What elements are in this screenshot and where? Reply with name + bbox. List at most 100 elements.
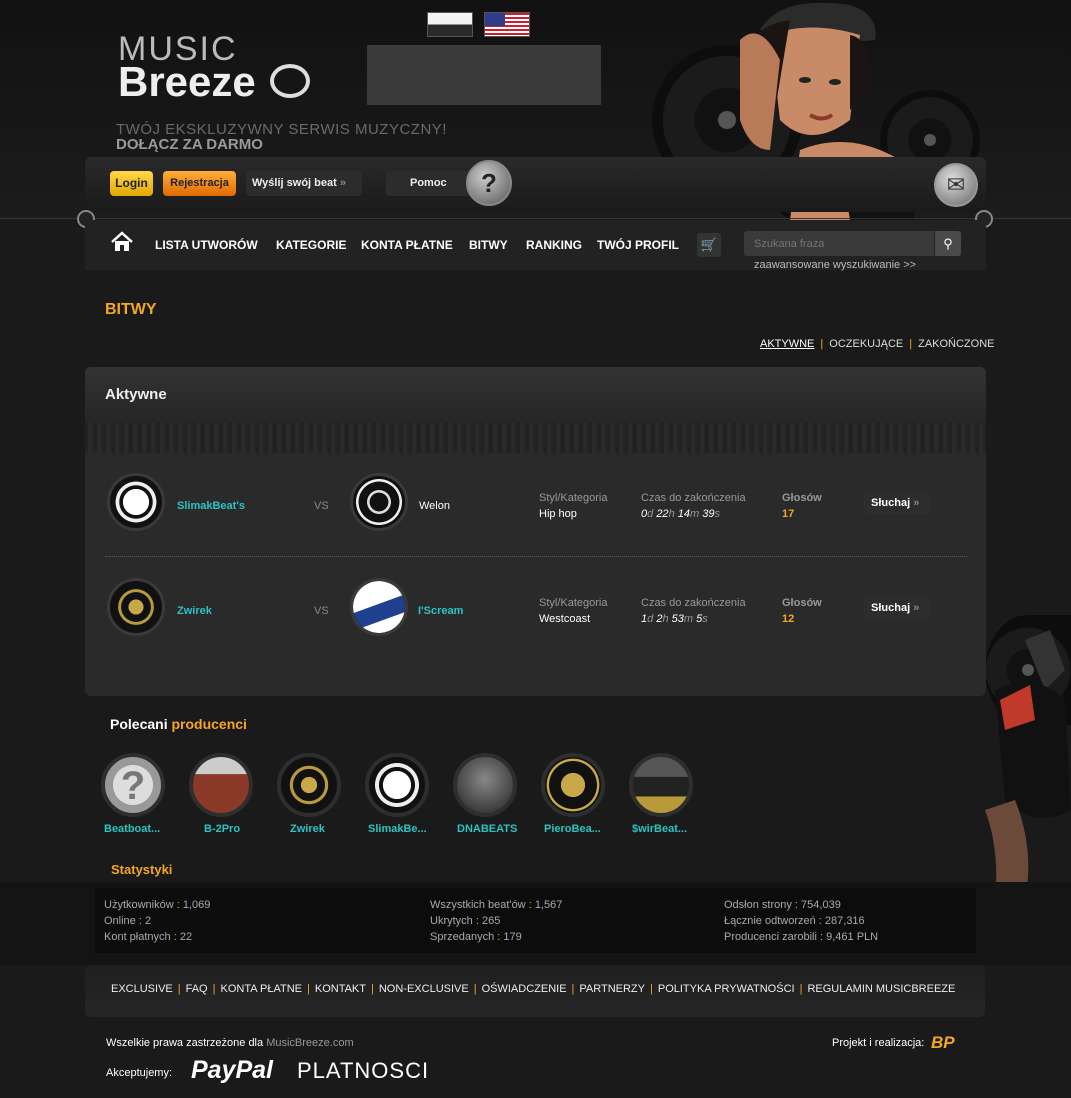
site-link[interactable]: MusicBreeze.com bbox=[266, 1037, 353, 1049]
battle-player1[interactable]: SlimakBeat's bbox=[177, 500, 245, 512]
battle-player2[interactable]: I'Scream bbox=[418, 605, 463, 617]
page-title: BITWY bbox=[105, 301, 157, 318]
listen-button[interactable]: Słuchaj » bbox=[864, 597, 930, 619]
divider bbox=[0, 218, 1071, 219]
battle-filter: AKTYWNE | OCZEKUJĄCE | ZAKOŃCZONE bbox=[760, 338, 995, 350]
search-input[interactable] bbox=[744, 231, 934, 256]
logo-swirl-icon bbox=[270, 64, 310, 98]
footer-link-non-exclusive[interactable]: NON-EXCLUSIVE bbox=[379, 983, 469, 995]
platnosci-logo: PLATNOSCI bbox=[297, 1058, 430, 1083]
footer-link-faq[interactable]: FAQ bbox=[186, 983, 208, 995]
filter-pending[interactable]: OCZEKUJĄCE bbox=[829, 338, 903, 350]
style-value: Westcoast bbox=[539, 613, 591, 625]
footer-link-partners[interactable]: PARTNERZY bbox=[579, 983, 645, 995]
nav-item-paid-accounts[interactable]: KONTA PŁATNE bbox=[361, 238, 453, 252]
login-button[interactable]: Login bbox=[110, 171, 153, 196]
avatar[interactable] bbox=[107, 473, 165, 531]
chevron-right-icon: » bbox=[913, 602, 920, 614]
footer-link-statement[interactable]: OŚWIADCZENIE bbox=[482, 983, 567, 995]
nav-item-profile[interactable]: TWÓJ PROFIL bbox=[597, 238, 679, 252]
chevron-right-icon: » bbox=[913, 497, 920, 509]
panel-title: Aktywne bbox=[105, 386, 167, 403]
producer-avatar[interactable]: ? bbox=[101, 753, 165, 817]
footer-link-exclusive[interactable]: EXCLUSIVE bbox=[111, 983, 173, 995]
send-beat-button[interactable]: Wyślij swój beat » bbox=[246, 171, 362, 196]
producer-name[interactable]: PieroBea... bbox=[544, 823, 601, 835]
footer-link-terms[interactable]: REGULAMIN MUSICBREEZE bbox=[807, 983, 955, 995]
bp-logo[interactable]: BP bbox=[931, 1033, 955, 1053]
chevron-right-icon: » bbox=[339, 177, 346, 189]
ad-banner[interactable] bbox=[367, 45, 601, 105]
vs-label: VS bbox=[314, 605, 329, 617]
time-remaining: 1d 2h 53m 5s bbox=[641, 613, 708, 625]
time-remaining: 0d 22h 14m 39s bbox=[641, 508, 720, 520]
nav-item-battles[interactable]: BITWY bbox=[469, 238, 508, 252]
logo-text-bottom[interactable]: Breeze bbox=[118, 58, 256, 106]
stat-online: Online : 2 bbox=[104, 915, 152, 927]
footer-link-privacy[interactable]: POLITYKA PRYWATNOŚCI bbox=[658, 983, 795, 995]
style-label: Styl/Kategoria bbox=[539, 597, 608, 609]
producer-name[interactable]: DNABEATS bbox=[457, 823, 517, 835]
producer-name[interactable]: Beatboat... bbox=[104, 823, 160, 835]
flag-pl-icon[interactable] bbox=[427, 12, 473, 37]
recommended-producers-title: Polecani producenci bbox=[110, 716, 247, 732]
filter-finished[interactable]: ZAKOŃCZONE bbox=[918, 338, 994, 350]
avatar[interactable] bbox=[350, 473, 408, 531]
tagline-join: DOŁĄCZ ZA DARMO bbox=[116, 136, 263, 153]
listen-label: Słuchaj bbox=[871, 602, 911, 614]
producer-name[interactable]: SlimakBe... bbox=[368, 823, 427, 835]
producer-name[interactable]: B-2Pro bbox=[204, 823, 240, 835]
home-icon[interactable] bbox=[110, 230, 134, 254]
nav-item-track-list[interactable]: LISTA UTWORÓW bbox=[155, 238, 258, 252]
cart-icon[interactable]: 🛒 bbox=[697, 233, 721, 257]
vs-label: VS bbox=[314, 500, 329, 512]
accept-label: Akceptujemy: bbox=[106, 1067, 173, 1079]
votes-label: Głosów bbox=[782, 597, 822, 609]
filter-active[interactable]: AKTYWNE bbox=[760, 338, 814, 350]
search-icon[interactable]: ⚲ bbox=[935, 231, 961, 256]
listen-label: Słuchaj bbox=[871, 497, 911, 509]
style-value: Hip hop bbox=[539, 508, 577, 520]
avatar[interactable] bbox=[107, 578, 165, 636]
producer-avatar[interactable] bbox=[453, 753, 517, 817]
mail-icon[interactable]: ✉ bbox=[934, 163, 978, 207]
votes-label: Głosów bbox=[782, 492, 822, 504]
battle-player2[interactable]: Welon bbox=[419, 500, 450, 512]
stat-earnings: Producenci zarobili : 9,461 PLN bbox=[724, 931, 879, 943]
avatar[interactable] bbox=[350, 578, 408, 636]
help-icon[interactable]: ? bbox=[466, 160, 512, 206]
register-button[interactable]: Rejestracja bbox=[163, 171, 236, 196]
stat-plays: Łącznie odtworzeń : 287,316 bbox=[724, 915, 865, 927]
grunge-decoration bbox=[85, 423, 986, 453]
time-label: Czas do zakończenia bbox=[641, 492, 746, 504]
producer-name[interactable]: Zwirek bbox=[290, 823, 325, 835]
battle-player1[interactable]: Zwirek bbox=[177, 605, 212, 617]
copyright: Wszelkie prawa zastrzeżone dla MusicBree… bbox=[106, 1037, 354, 1049]
flag-us-icon[interactable] bbox=[484, 12, 530, 37]
advanced-search-link[interactable]: zaawansowane wyszukiwanie >> bbox=[754, 259, 916, 271]
dancer-illustration bbox=[985, 630, 1071, 900]
project-credit: Projekt i realizacja: bbox=[832, 1037, 925, 1049]
stat-page-views: Odsłon strony : 754,039 bbox=[724, 899, 841, 911]
listen-button[interactable]: Słuchaj » bbox=[864, 492, 930, 514]
producer-avatar[interactable] bbox=[629, 753, 693, 817]
nav-item-ranking[interactable]: RANKING bbox=[526, 238, 582, 252]
producer-avatar[interactable] bbox=[189, 753, 253, 817]
stat-all-beats: Wszystkich beat'ów : 1,567 bbox=[430, 899, 563, 911]
stat-sold: Sprzedanych : 179 bbox=[430, 931, 522, 943]
footer-link-paid-accounts[interactable]: KONTA PŁATNE bbox=[220, 983, 302, 995]
time-label: Czas do zakończenia bbox=[641, 597, 746, 609]
footer-links: EXCLUSIVE | FAQ | KONTA PŁATNE | KONTAKT | NON-E… bbox=[111, 983, 956, 995]
footer-link-contact[interactable]: KONTAKT bbox=[315, 983, 366, 995]
producer-avatar[interactable] bbox=[277, 753, 341, 817]
producer-name[interactable]: $wirBeat... bbox=[632, 823, 687, 835]
stat-paid-accounts: Kont płatnych : 22 bbox=[104, 931, 193, 943]
paypal-logo: PayPal bbox=[191, 1056, 274, 1084]
send-beat-label: Wyślij swój beat bbox=[252, 177, 337, 189]
votes-count: 17 bbox=[782, 508, 795, 520]
panel-header bbox=[85, 367, 986, 423]
help-button[interactable]: Pomoc bbox=[386, 171, 476, 196]
producer-avatar[interactable] bbox=[365, 753, 429, 817]
producer-avatar[interactable] bbox=[541, 753, 605, 817]
nav-item-categories[interactable]: KATEGORIE bbox=[276, 238, 346, 252]
